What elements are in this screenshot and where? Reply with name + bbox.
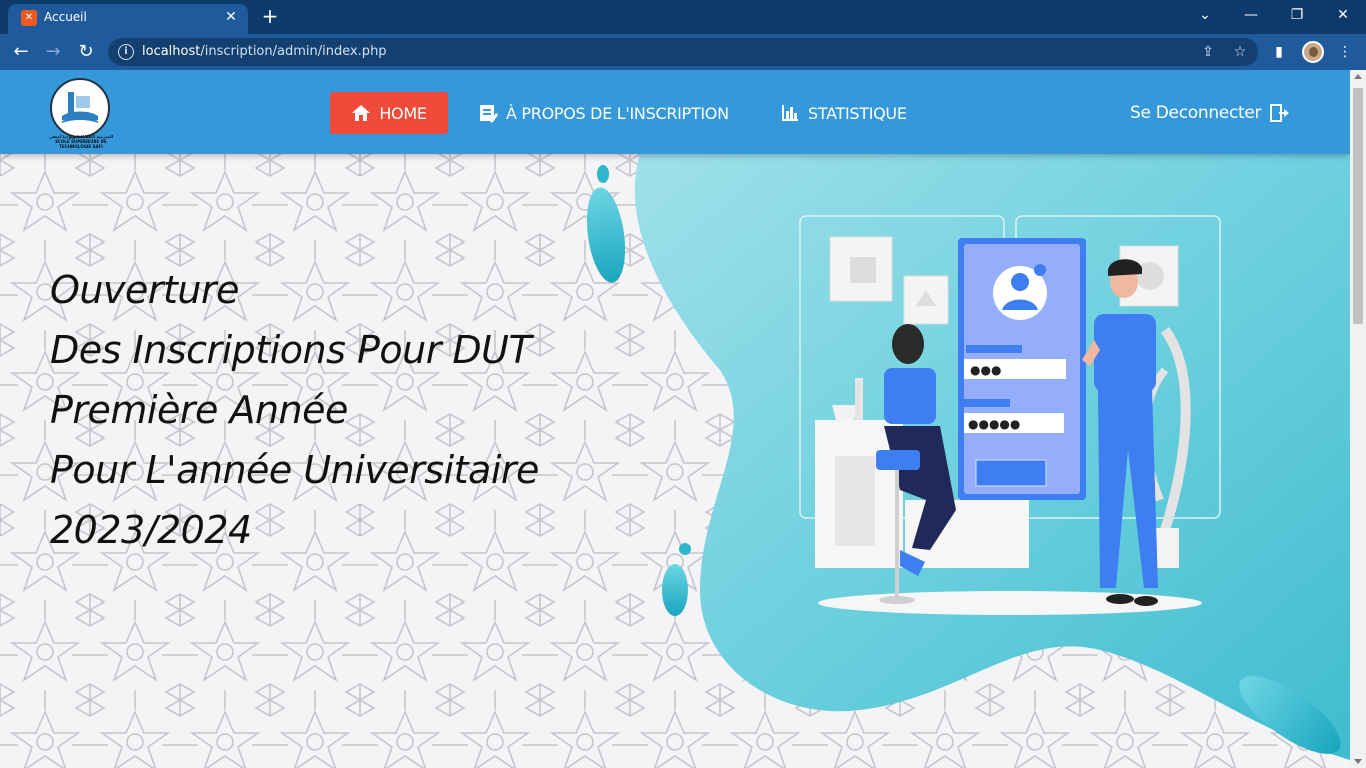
hero-line-2: Des Inscriptions Pour DUT xyxy=(50,328,532,372)
nav-home-label: HOME xyxy=(379,103,427,123)
hero-headline: Ouverture Des Inscriptions Pour DUT Prem… xyxy=(50,260,630,560)
browser-toolbar: ← → ↻ i localhost/inscription/admin/inde… xyxy=(0,34,1366,70)
bar-chart-icon xyxy=(782,105,798,121)
browser-titlebar: ✕ Accueil ✕ + ⌄ — ❐ ✕ xyxy=(0,0,1366,34)
logout-link[interactable]: Se Deconnecter xyxy=(1130,92,1290,134)
logout-icon xyxy=(1270,104,1290,122)
page-scrollbar[interactable] xyxy=(1350,70,1366,768)
bookmark-star-icon[interactable]: ☆ xyxy=(1230,42,1250,62)
nav-statistics-link[interactable]: STATISTIQUE xyxy=(780,92,907,134)
hero-line-4: Pour L'année Universitaire xyxy=(50,448,539,492)
forward-icon[interactable]: → xyxy=(40,39,66,65)
school-logo-caption: المدرسة العليا للتكنولوجيا آسفي ECOLE SU… xyxy=(42,134,120,149)
hero-line-1: Ouverture xyxy=(50,268,239,312)
menu-kebab-icon[interactable]: ⋮ xyxy=(1334,41,1356,63)
browser-tab[interactable]: ✕ Accueil ✕ xyxy=(8,4,248,34)
home-icon xyxy=(352,105,371,121)
scroll-up-arrow-icon[interactable] xyxy=(1354,74,1362,79)
site-header: المدرسة العليا للتكنولوجيا آسفي ECOLE SU… xyxy=(0,70,1350,154)
logout-label: Se Deconnecter xyxy=(1130,103,1262,123)
scrollbar-thumb[interactable] xyxy=(1353,88,1363,324)
nav-home-button[interactable]: HOME xyxy=(330,92,448,134)
page-viewport: ●●● ●●●●● المدرسة العليا للتكنولوجيا آسف… xyxy=(0,70,1350,768)
school-logo-emblem xyxy=(54,82,106,134)
tab-title: Accueil xyxy=(44,10,87,24)
nav-about-label: À PROPOS DE L'INSCRIPTION xyxy=(506,103,729,123)
cyan-drop-small xyxy=(597,165,609,183)
password-dots-1: ●●● xyxy=(970,363,1001,377)
cyan-drop-mid xyxy=(662,564,688,616)
share-icon[interactable]: ⇪ xyxy=(1198,42,1218,62)
password-dots-2: ●●●●● xyxy=(968,417,1020,431)
hero-line-5: 2023/2024 xyxy=(50,508,252,552)
back-icon[interactable]: ← xyxy=(8,39,34,65)
document-edit-icon xyxy=(480,105,498,123)
nav-statistics-label: STATISTIQUE xyxy=(808,103,907,123)
cyan-drop-mid-small xyxy=(679,543,691,555)
scroll-down-arrow-icon[interactable] xyxy=(1354,759,1362,764)
url-text[interactable]: localhost/inscription/admin/index.php xyxy=(142,44,387,59)
new-tab-button[interactable]: + xyxy=(258,6,282,28)
tab-search-button[interactable]: ⌄ xyxy=(1182,0,1228,30)
close-tab-icon[interactable]: ✕ xyxy=(222,8,240,26)
school-name-latin: ECOLE SUPERIEURE DE TECHNOLOGIE SAFI xyxy=(55,139,107,149)
restore-button[interactable]: ❐ xyxy=(1274,0,1320,30)
xampp-icon: ✕ xyxy=(21,10,37,26)
site-info-icon[interactable]: i xyxy=(118,44,134,60)
reload-icon[interactable]: ↻ xyxy=(73,39,99,65)
school-logo[interactable] xyxy=(50,78,110,138)
minimize-button[interactable]: — xyxy=(1228,0,1274,30)
hero-line-3: Première Année xyxy=(50,388,348,432)
close-window-button[interactable]: ✕ xyxy=(1320,0,1366,30)
side-panel-icon[interactable]: ▮ xyxy=(1268,41,1290,63)
nav-about-link[interactable]: À PROPOS DE L'INSCRIPTION xyxy=(478,92,729,134)
profile-avatar[interactable] xyxy=(1302,41,1324,63)
address-bar[interactable]: i localhost/inscription/admin/index.php … xyxy=(108,38,1258,66)
